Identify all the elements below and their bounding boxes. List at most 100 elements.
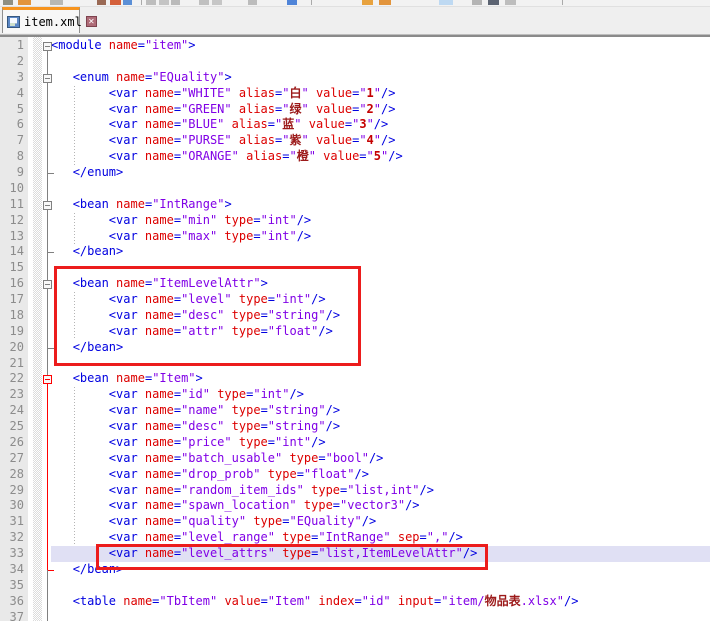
code-token: =	[253, 229, 260, 243]
fold-collapse-box[interactable]	[43, 42, 52, 51]
code-token: name	[145, 387, 174, 401]
code-line-12[interactable]: <var name="min" type="int"/>	[51, 213, 710, 229]
code-token: <module	[51, 38, 109, 52]
code-line-7[interactable]: <var name="PURSE" alias="紫" value="4"/>	[51, 133, 710, 149]
code-token: />	[297, 213, 311, 227]
toolbar-button-fragment[interactable]	[488, 0, 499, 5]
code-token: type	[232, 403, 261, 417]
code-token: type	[232, 419, 261, 433]
code-token: 蓝	[282, 117, 294, 131]
line-number: 16	[0, 276, 24, 292]
code-token: "	[289, 149, 296, 163]
code-line-2[interactable]	[51, 54, 710, 70]
code-token: "int"	[261, 213, 297, 227]
code-line-35[interactable]	[51, 578, 710, 594]
fold-collapse-box[interactable]	[43, 280, 52, 289]
code-line-36[interactable]: <table name="TbItem" value="Item" index=…	[51, 594, 710, 610]
toolbar-button-fragment[interactable]	[50, 0, 63, 5]
toolbar-button-fragment[interactable]	[199, 0, 209, 5]
code-line-22[interactable]: <bean name="Item">	[51, 371, 710, 387]
toolbar-button-fragment[interactable]	[311, 0, 312, 5]
toolbar-button-fragment[interactable]	[97, 0, 106, 5]
code-line-1[interactable]: <module name="item">	[51, 38, 710, 54]
fold-end-tick	[48, 570, 54, 571]
code-line-9[interactable]: </enum>	[51, 165, 710, 181]
code-token: />	[405, 498, 419, 512]
toolbar-button-fragment[interactable]	[171, 0, 180, 5]
code-line-4[interactable]: <var name="WHITE" alias="白" value="1"/>	[51, 86, 710, 102]
code-token: =	[174, 451, 181, 465]
toolbar-button-fragment[interactable]	[18, 0, 31, 5]
line-number: 32	[0, 530, 24, 546]
toolbar-button-fragment[interactable]	[146, 0, 156, 5]
code-line-37[interactable]	[51, 610, 710, 621]
toolbar-button-fragment[interactable]	[379, 0, 391, 5]
code-line-11[interactable]: <bean name="IntRange">	[51, 197, 710, 213]
toolbar-button-fragment[interactable]	[3, 0, 13, 5]
fold-collapse-box[interactable]	[43, 375, 52, 384]
code-line-6[interactable]: <var name="BLUE" alias="蓝" value="3"/>	[51, 117, 710, 133]
tab-bar: item.xml ✕	[0, 7, 710, 34]
code-token	[309, 133, 316, 147]
toolbar-button-fragment[interactable]	[472, 0, 482, 5]
code-token: "	[301, 102, 308, 116]
toolbar-button-fragment[interactable]	[362, 0, 373, 5]
code-token: <var	[109, 403, 145, 417]
toolbar-button-fragment[interactable]	[141, 0, 142, 5]
code-token: alias	[232, 117, 268, 131]
code-token: <var	[109, 86, 145, 100]
tab-item-xml[interactable]: item.xml ✕	[2, 7, 80, 33]
code-token: <var	[109, 483, 145, 497]
toolbar-button-fragment[interactable]	[159, 0, 169, 5]
code-token: name	[145, 435, 174, 449]
code-editor[interactable]: 1234567891011121314151617181920212223242…	[0, 37, 710, 621]
bookmark-margin[interactable]	[33, 37, 42, 621]
toolbar-button-fragment[interactable]	[562, 0, 563, 5]
code-token	[391, 530, 398, 544]
code-line-24[interactable]: <var name="name" type="string"/>	[51, 403, 710, 419]
fold-end-tick	[48, 173, 54, 174]
code-token: "EQuality"	[289, 514, 361, 528]
code-line-8[interactable]: <var name="ORANGE" alias="橙" value="5"/>	[51, 149, 710, 165]
code-token	[51, 483, 109, 497]
toolbar-button-fragment[interactable]	[287, 0, 297, 5]
code-line-27[interactable]: <var name="batch_usable" type="bool"/>	[51, 451, 710, 467]
toolbar-button-fragment[interactable]	[505, 0, 516, 5]
toolbar-button-fragment[interactable]	[212, 0, 222, 5]
toolbar-button-fragment[interactable]	[123, 0, 132, 5]
code-line-25[interactable]: <var name="desc" type="string"/>	[51, 419, 710, 435]
code-line-3[interactable]: <enum name="EQuality">	[51, 70, 710, 86]
code-line-29[interactable]: <var name="random_item_ids" type="list,i…	[51, 483, 710, 499]
red-box-level-attrs-line	[96, 544, 488, 570]
tab-close-icon[interactable]: ✕	[86, 16, 97, 27]
fold-collapse-box[interactable]	[43, 201, 52, 210]
code-line-10[interactable]	[51, 181, 710, 197]
code-line-26[interactable]: <var name="price" type="int"/>	[51, 435, 710, 451]
code-line-31[interactable]: <var name="quality" type="EQuality"/>	[51, 514, 710, 530]
code-line-28[interactable]: <var name="drop_prob" type="float"/>	[51, 467, 710, 483]
line-number: 12	[0, 213, 24, 229]
code-token	[51, 403, 109, 417]
code-token: "id"	[362, 594, 391, 608]
code-line-14[interactable]: </bean>	[51, 244, 710, 260]
code-token: "	[301, 86, 308, 100]
code-token: name	[145, 229, 174, 243]
line-number: 9	[0, 165, 24, 181]
code-token: name	[145, 213, 174, 227]
code-token: "	[374, 102, 381, 116]
fold-collapse-box[interactable]	[43, 74, 52, 83]
code-token: "	[359, 102, 366, 116]
code-token	[224, 117, 231, 131]
code-token: type	[224, 213, 253, 227]
toolbar-button-fragment[interactable]	[248, 0, 257, 5]
code-token: name	[109, 38, 138, 52]
code-token	[232, 133, 239, 147]
toolbar-button-fragment[interactable]	[439, 0, 453, 5]
code-line-30[interactable]: <var name="spawn_location" type="vector3…	[51, 498, 710, 514]
code-token: 白	[289, 86, 301, 100]
code-line-13[interactable]: <var name="max" type="int"/>	[51, 229, 710, 245]
toolbar-button-fragment[interactable]	[110, 0, 121, 5]
code-line-23[interactable]: <var name="id" type="int"/>	[51, 387, 710, 403]
code-line-5[interactable]: <var name="GREEN" alias="绿" value="2"/>	[51, 102, 710, 118]
code-token: "WHITE"	[181, 86, 232, 100]
